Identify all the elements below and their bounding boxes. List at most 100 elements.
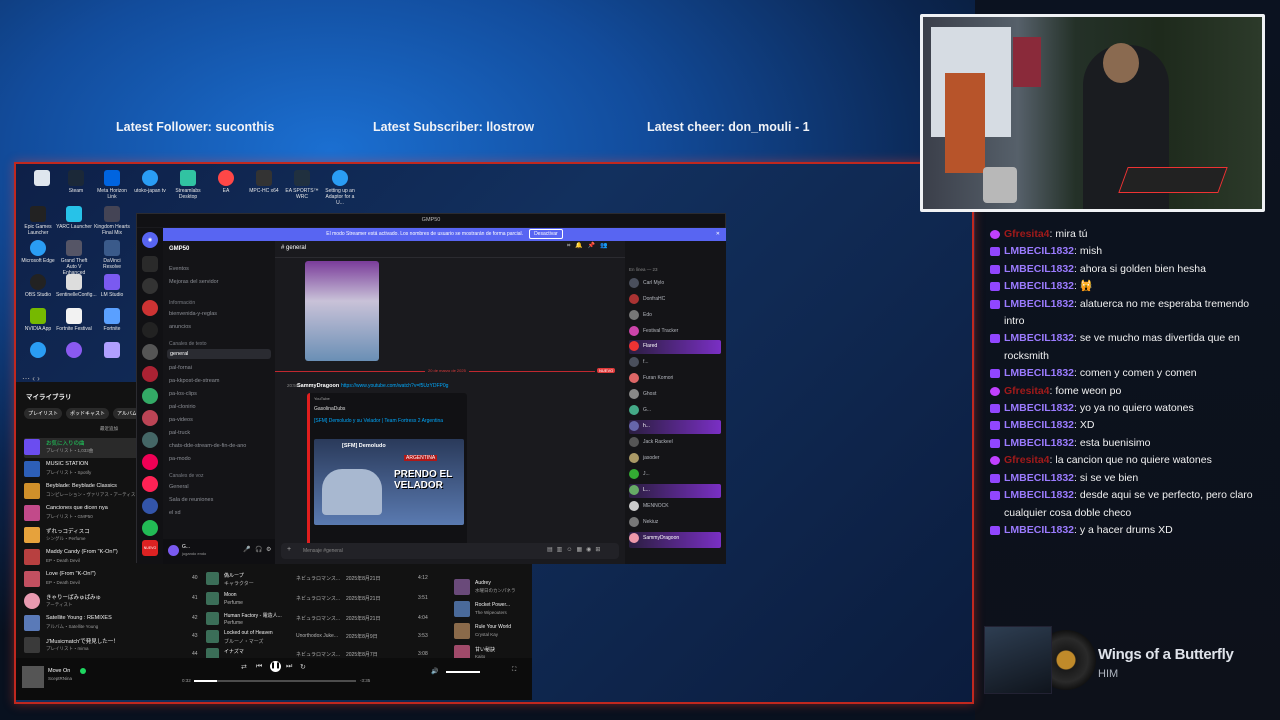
list-item[interactable]: J'Musicmatch'で発見した一！ プレイリスト・mima [24,636,164,656]
table-row[interactable]: 43 Locked out of Heaven ブルーノ・マーズ Unorthodox… [186,628,436,646]
desktop-icon[interactable]: MPC-HC x64 [246,170,282,194]
desktop-icon[interactable] [24,170,60,188]
video-thumbnail[interactable] [305,261,379,361]
desktop-icon[interactable]: DaVinci Resolve [94,240,130,270]
desktop-icon[interactable]: Steam [58,170,94,194]
server-icon[interactable] [142,366,158,382]
events-item[interactable]: Eventos [169,266,189,272]
server-icon[interactable] [142,344,158,360]
member-item[interactable]: DonfraHC [629,293,721,307]
next-icon[interactable]: ⏭ [286,663,292,671]
gear-icon[interactable]: ⚙ [266,546,271,553]
voice-channel[interactable]: General [169,484,189,490]
server-icon[interactable] [142,388,158,404]
filter-chip[interactable]: ポッドキャスト [66,408,110,419]
member-item[interactable]: Ghost [629,388,721,402]
input-actions-icon[interactable]: ▤▥☺▦◉⊞ [547,546,604,553]
list-item[interactable]: きゃりーぱみゅぱみゅ アーティスト [24,592,164,612]
member-item[interactable]: MENNOCK [629,500,721,514]
member-item[interactable]: Carl Mylo [629,277,721,291]
voice-channel[interactable]: el xd [169,510,181,516]
message-link[interactable]: https://www.youtube.com/watch?v=f5UzYDFP… [341,383,448,389]
desktop-icon[interactable]: Fortnite Festival [56,308,92,332]
mic-icon[interactable]: 🎤 [243,546,250,553]
desktop-icon[interactable]: Streamlabs Desktop [170,170,206,200]
channel-item[interactable]: pa-videos [169,417,193,423]
message-author[interactable]: SammyDragoon [297,383,339,389]
server-icon[interactable] [142,520,158,536]
boosts-item[interactable]: Mejoras del servidor [169,279,219,285]
member-item[interactable]: G... [629,404,721,418]
message-input[interactable]: + Mensaje #general ▤▥☺▦◉⊞ [281,543,619,559]
member-item[interactable]: jasoder [629,452,721,466]
filter-chip[interactable]: プレイリスト [24,408,63,419]
headset-icon[interactable]: 🎧 [255,546,262,553]
deactivate-button[interactable]: Desactivar [529,229,563,239]
volume-slider[interactable] [446,671,480,673]
category-header[interactable]: Canales de texto [169,341,207,347]
server-icon[interactable] [142,300,158,316]
volume-icon[interactable]: 🔊 [431,668,438,675]
channel-item[interactable]: pa-modo [169,456,191,462]
member-item[interactable]: Furan Komori [629,372,721,386]
queue-item[interactable]: Rocket Power... The Wipeouters [452,599,546,621]
desktop-icon[interactable]: Microsoft Edge [20,240,56,264]
desktop-icon[interactable] [20,342,56,360]
desktop-icon[interactable]: SentinelleConfig... [56,274,97,298]
desktop-icon[interactable]: YARC Launcher [56,206,92,230]
sort-dropdown[interactable]: 最近追加 [100,426,118,432]
channel-item[interactable]: anuncios [169,324,191,330]
embed-thumbnail[interactable]: [SFM] Demoludo ARGENTINA PRENDO EL VELAD… [314,439,464,525]
server-icon[interactable] [142,432,158,448]
now-playing-artist[interactable]: SceptRNina [48,676,72,681]
pause-button[interactable]: ❚❚ [270,661,281,672]
member-item[interactable]: Edo [629,309,721,323]
server-icon[interactable] [142,322,158,338]
desktop-icon[interactable]: EA [208,170,244,194]
channel-item[interactable]: pa-kkpost-de-stream [169,378,219,384]
embed-title[interactable]: [SFM] Demoludo y su Velador | Team Fortr… [314,417,464,426]
progress-bar[interactable] [194,680,356,682]
header-actions-icon[interactable]: ⌗🔔📌👥 [567,242,613,250]
channel-item-active[interactable]: general [167,349,271,359]
server-icon[interactable] [142,256,158,272]
member-item[interactable]: Nekiuz [629,516,721,530]
desktop-icon[interactable]: Meta Horizon Link [94,170,130,200]
channel-item[interactable]: pal-truck [169,430,190,436]
desktop-icon[interactable]: LM Studio [94,274,130,298]
previous-icon[interactable]: ⏮ [256,663,262,671]
member-item[interactable]: Festival Tracker [629,325,721,339]
desktop-icon[interactable] [56,342,92,360]
desktop-icon[interactable]: Fortnite [94,308,130,332]
server-name[interactable]: GMP50 [169,246,189,252]
member-item[interactable]: L... [629,484,721,498]
category-header[interactable]: Canales de voz [169,473,203,479]
desktop-icon[interactable]: utoko-japan tv [132,170,168,194]
member-item[interactable]: f... [629,356,721,370]
member-item[interactable]: J... [629,468,721,482]
category-header[interactable]: Información [169,300,195,306]
avatar[interactable] [168,545,179,556]
repeat-icon[interactable]: ↻ [300,663,306,671]
channel-item[interactable]: bienvenida-y-reglas [169,311,217,317]
saved-icon[interactable] [80,668,86,674]
fullscreen-icon[interactable]: ⛶ [512,667,516,674]
channel-item[interactable]: pal-clonirio [169,404,196,410]
discord-home-icon[interactable]: ◉ [142,232,158,248]
member-item[interactable]: SammyDragoon [629,532,721,548]
desktop-icon[interactable]: Epic Games Launcher [20,206,56,236]
queue-item[interactable]: Rule Your World Crystal Kay [452,621,546,643]
member-item[interactable]: Flared [629,340,721,354]
server-icon[interactable] [142,476,158,492]
channel-item[interactable]: pa-los-clips [169,391,197,397]
server-icon[interactable] [142,498,158,514]
desktop-icon[interactable]: OBS Studio [20,274,56,298]
desktop-icon[interactable] [94,342,130,360]
table-row[interactable]: 42 Human Factory - 電造人... Perfume ネビュラロマンス.… [186,610,436,628]
embed-author[interactable]: GasolinaDubs [314,406,345,412]
queue-item[interactable]: Audrey 水曜日のカンパネラ [452,577,546,599]
now-playing-title[interactable]: Move On [48,668,70,674]
desktop-icon[interactable]: EA SPORTS™ WRC [284,170,320,200]
menu-icon[interactable]: ⋯ ‹ › [22,374,40,383]
member-item[interactable]: h... [629,420,721,434]
